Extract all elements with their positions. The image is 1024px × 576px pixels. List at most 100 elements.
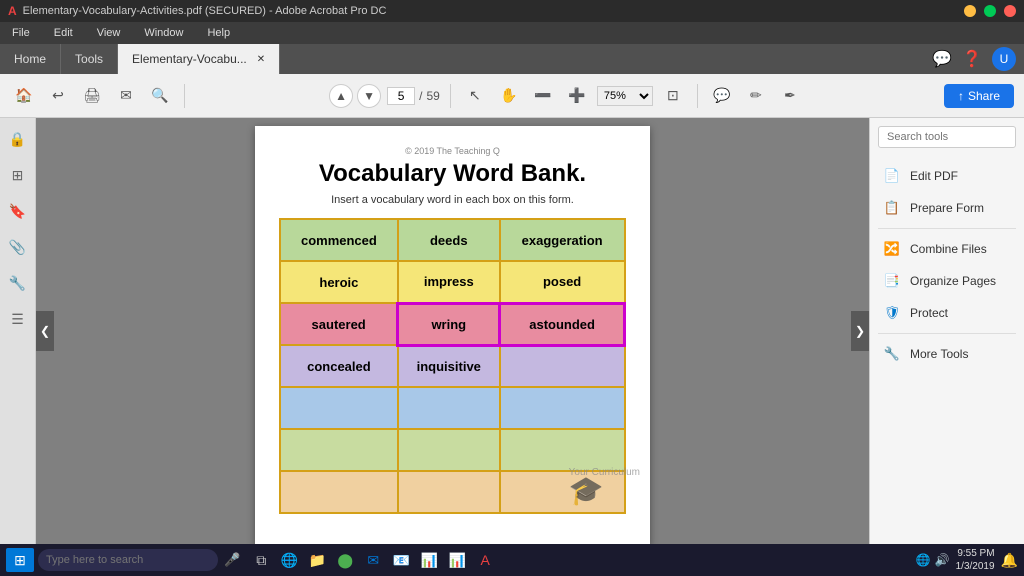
bookmarks-icon[interactable]: 🔖 [7, 200, 29, 222]
tab-tools-label: Tools [75, 52, 103, 66]
create-icon[interactable]: 🏠 [10, 82, 38, 110]
volume-icon: 🔊 [935, 553, 950, 567]
toolbar: 🏠 ↩ 🖨 ✉ 🔍 ▲ ▼ / 59 ↖ ✋ ➖ ➕ 75% 100% 125%… [0, 74, 1024, 118]
taskbar-powerpoint[interactable]: 📊 [444, 547, 470, 573]
page-number-input[interactable] [387, 87, 415, 105]
windows-icon: ⊞ [14, 552, 26, 569]
print-icon[interactable]: 🖨 [78, 82, 106, 110]
scroll-right[interactable]: ❯ [851, 311, 869, 351]
zoom-in-icon[interactable]: ➕ [563, 82, 591, 110]
main-area: 🔒 ⊞ 🔖 📎 🔧 ☰ ❮ ❯ © 2019 The Teaching Q Vo… [0, 118, 1024, 544]
zoom-select[interactable]: 75% 100% 125% [597, 86, 653, 106]
microphone-icon[interactable]: 🎤 [224, 552, 240, 568]
search-icon[interactable]: 🔍 [146, 82, 174, 110]
more-tools-icon: 🔧 [882, 344, 902, 364]
tab-document-label: Elementary-Vocabu... [132, 52, 247, 66]
menu-bar: File Edit View Window Help [0, 22, 1024, 44]
draw-icon[interactable]: ✏ [742, 82, 770, 110]
comment-icon[interactable]: 💬 [708, 82, 736, 110]
tools-separator-2 [878, 333, 1016, 334]
tool-protect[interactable]: 🛡 Protect [878, 297, 1016, 329]
cursor-tool[interactable]: ↖ [461, 82, 489, 110]
maximize-button[interactable] [984, 5, 996, 17]
table-cell: exaggeration [500, 219, 625, 261]
left-sidebar: 🔒 ⊞ 🔖 📎 🔧 ☰ [0, 118, 36, 544]
more-tools-label: More Tools [910, 347, 968, 361]
table-row: heroic impress posed [280, 261, 625, 303]
pages-panel-icon[interactable]: ⊞ [7, 164, 29, 186]
attachments-icon[interactable]: 📎 [7, 236, 29, 258]
tab-document[interactable]: Elementary-Vocabu... ✕ [118, 44, 280, 74]
table-cell: posed [500, 261, 625, 303]
prepare-form-icon: 📋 [882, 198, 902, 218]
pdf-page-subtitle: Insert a vocabulary word in each box on … [279, 194, 626, 206]
taskbar-right: 🌐 🔊 9:55 PM 1/3/2019 🔔 [916, 547, 1018, 573]
rotate-icon[interactable]: ↩ [44, 82, 72, 110]
table-cell [398, 429, 500, 471]
table-cell: wring [398, 303, 500, 345]
layers-icon[interactable]: ☰ [7, 308, 29, 330]
chat-icon[interactable]: 💬 [932, 49, 952, 69]
taskbar-excel[interactable]: 📊 [416, 547, 442, 573]
table-cell [280, 429, 398, 471]
tool-organize-pages[interactable]: 📑 Organize Pages [878, 265, 1016, 297]
fit-page-icon[interactable]: ⊡ [659, 82, 687, 110]
next-page-button[interactable]: ▼ [357, 84, 381, 108]
tool-edit-pdf[interactable]: 📄 Edit PDF [878, 160, 1016, 192]
pdf-page: © 2019 The Teaching Q Vocabulary Word Ba… [255, 126, 650, 544]
taskbar-search-input[interactable] [38, 549, 218, 571]
notification-icon[interactable]: 🔔 [1001, 552, 1018, 569]
menu-help[interactable]: Help [203, 25, 234, 41]
table-cell [500, 387, 625, 429]
tab-tools[interactable]: Tools [61, 44, 118, 74]
tab-close-icon[interactable]: ✕ [257, 54, 265, 65]
table-cell [500, 429, 625, 471]
taskbar-mail[interactable]: ✉ [360, 547, 386, 573]
tool-more-tools[interactable]: 🔧 More Tools [878, 338, 1016, 370]
right-panel: 📄 Edit PDF 📋 Prepare Form 🔀 Combine File… [869, 118, 1024, 544]
taskbar-icons: ⧉ 🌐 📁 ⬤ ✉ 📧 📊 📊 A [248, 547, 498, 573]
taskbar-task-view[interactable]: ⧉ [248, 547, 274, 573]
pdf-area: ❮ ❯ © 2019 The Teaching Q Vocabulary Wor… [36, 118, 869, 544]
time-display: 9:55 PM [956, 547, 995, 560]
help-icon[interactable]: ❓ [962, 49, 982, 69]
zoom-out-icon[interactable]: ➖ [529, 82, 557, 110]
tools-panel-icon[interactable]: 🔧 [7, 272, 29, 294]
edit-pdf-icon: 📄 [882, 166, 902, 186]
protect-icon: 🛡 [882, 303, 902, 323]
tool-prepare-form[interactable]: 📋 Prepare Form [878, 192, 1016, 224]
minimize-button[interactable] [964, 5, 976, 17]
taskbar-acrobat[interactable]: A [472, 547, 498, 573]
close-button[interactable] [1004, 5, 1016, 17]
share-button[interactable]: ↑ Share [944, 84, 1014, 108]
lock-icon: 🔒 [7, 128, 29, 150]
prev-page-button[interactable]: ▲ [329, 84, 353, 108]
toolbar-nav: ▲ ▼ / 59 ↖ ✋ ➖ ➕ 75% 100% 125% ⊡ 💬 ✏ ✒ [195, 82, 938, 110]
table-row: concealed inquisitive [280, 345, 625, 387]
menu-edit[interactable]: Edit [50, 25, 77, 41]
watermark: Your Curriculum 🎓 [569, 467, 640, 506]
tool-combine-files[interactable]: 🔀 Combine Files [878, 233, 1016, 265]
scroll-left[interactable]: ❮ [36, 311, 54, 351]
prepare-form-label: Prepare Form [910, 201, 984, 215]
start-button[interactable]: ⊞ [6, 548, 34, 572]
menu-window[interactable]: Window [140, 25, 187, 41]
page-separator: / [419, 89, 422, 103]
protect-label: Protect [910, 306, 948, 320]
toolbar-separator-1 [184, 84, 185, 108]
email-icon[interactable]: ✉ [112, 82, 140, 110]
taskbar-folder[interactable]: 📁 [304, 547, 330, 573]
hand-tool[interactable]: ✋ [495, 82, 523, 110]
taskbar-chrome[interactable]: ⬤ [332, 547, 358, 573]
tab-bar: Home Tools Elementary-Vocabu... ✕ 💬 ❓ U [0, 44, 1024, 74]
menu-file[interactable]: File [8, 25, 34, 41]
tab-home[interactable]: Home [0, 44, 61, 74]
table-cell [500, 345, 625, 387]
taskbar-edge[interactable]: 🌐 [276, 547, 302, 573]
search-tools-input[interactable] [878, 126, 1016, 148]
sign-icon[interactable]: ✒ [776, 82, 804, 110]
sign-in-icon[interactable]: U [992, 47, 1016, 71]
taskbar-outlook[interactable]: 📧 [388, 547, 414, 573]
menu-view[interactable]: View [93, 25, 125, 41]
watermark-logo: 🎓 [569, 478, 640, 506]
